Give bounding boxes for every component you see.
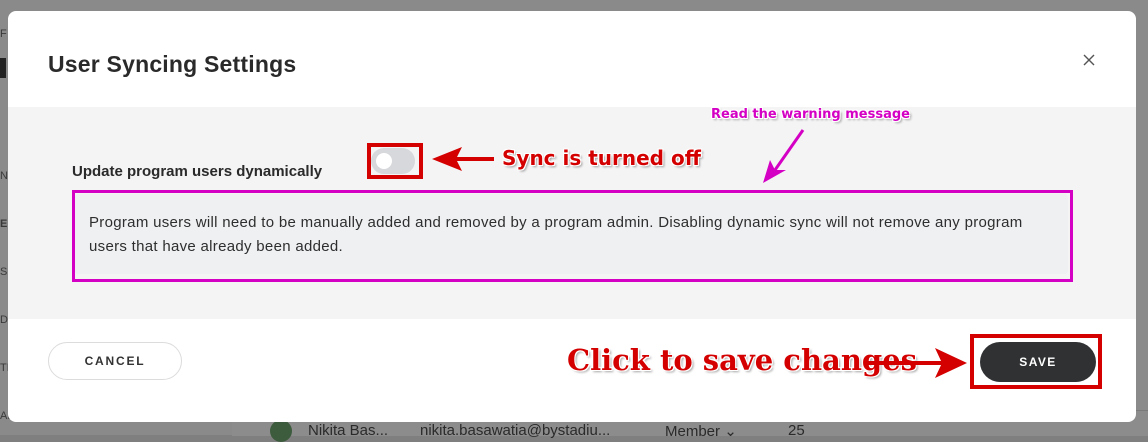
sidebar-letter: D [0,314,8,326]
sidebar-letter: E [0,218,8,230]
sidebar-letter: S [0,266,8,278]
count-cell: 25 [788,422,805,439]
sidebar-letter: F [0,28,7,40]
modal-title: User Syncing Settings [48,51,297,77]
save-highlight-box [970,334,1102,389]
sidebar-letter: N [0,170,8,182]
annotation-sync-off: Sync is turned off [502,146,701,170]
cancel-button[interactable]: CANCEL [48,342,182,380]
sync-setting-label: Update program users dynamically [72,163,323,180]
close-button[interactable] [1078,49,1100,71]
user-email: nikita.basawatia@bystadiu... [420,422,611,439]
annotation-click-save: Click to save changes [567,343,917,377]
user-name: Nikita Bas... [308,422,389,439]
close-icon [1083,54,1095,66]
avatar [270,420,292,442]
annotation-read-warning: Read the warning message [711,107,910,122]
chevron-down-icon: ⌄ [724,423,737,440]
sidebar-heading-fragment [0,58,6,78]
role-select: Member ⌄ [665,423,737,440]
warning-highlight-box [72,190,1073,282]
toggle-highlight-box [367,143,423,179]
